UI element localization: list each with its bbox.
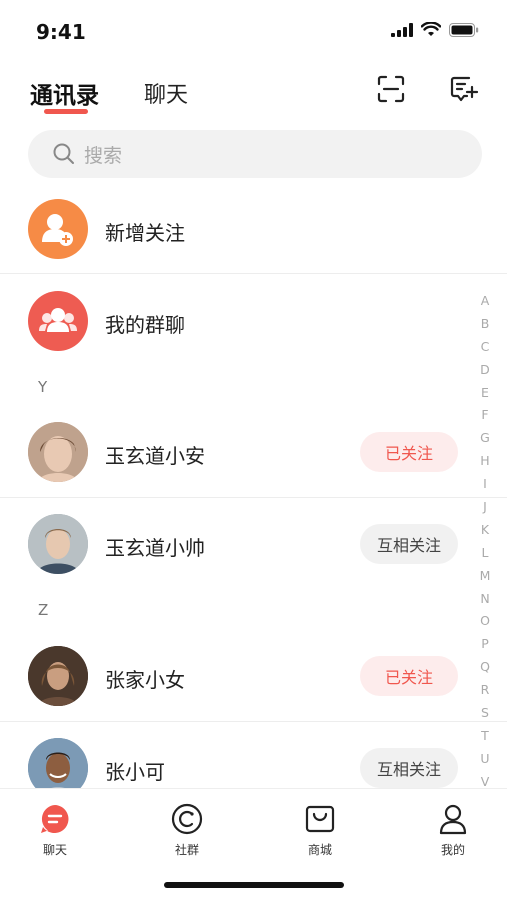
nav-chat-label: 聊天 xyxy=(42,843,67,857)
contact-row[interactable]: 玉玄道小安 已关注 xyxy=(0,412,470,492)
community-icon xyxy=(171,803,203,835)
index-letter[interactable]: E xyxy=(481,382,489,405)
index-letter[interactable]: I xyxy=(483,473,487,496)
search-bar[interactable]: 搜索 xyxy=(28,130,482,178)
index-letter[interactable]: H xyxy=(480,450,489,473)
index-letter[interactable]: P xyxy=(481,633,489,656)
index-letter[interactable]: D xyxy=(480,359,490,382)
profile-icon xyxy=(439,804,467,835)
signal-icon xyxy=(391,22,413,37)
avatar xyxy=(28,422,88,482)
wifi-icon xyxy=(421,22,441,36)
mutual-follow-button[interactable]: 互相关注 xyxy=(360,748,458,788)
scan-icon[interactable] xyxy=(376,74,406,104)
index-letter[interactable]: G xyxy=(480,427,490,450)
mutual-follow-button[interactable]: 互相关注 xyxy=(360,524,458,564)
nav-shop[interactable]: 商城 xyxy=(280,803,360,858)
index-letter[interactable]: Q xyxy=(480,656,490,679)
index-letter[interactable]: B xyxy=(481,313,490,336)
contact-name: 玉玄道小帅 xyxy=(105,536,205,560)
divider xyxy=(0,497,507,498)
index-letter[interactable]: L xyxy=(482,542,489,565)
avatar xyxy=(28,514,88,574)
index-letter[interactable]: R xyxy=(481,679,490,702)
contact-row[interactable]: 张家小女 已关注 xyxy=(0,636,470,716)
group-icon xyxy=(28,291,88,351)
index-letter[interactable]: C xyxy=(481,336,490,359)
tab-contacts[interactable]: 通讯录 xyxy=(30,76,99,110)
battery-icon xyxy=(449,22,479,37)
new-follow-label: 新增关注 xyxy=(105,221,185,245)
nav-profile[interactable]: 我的 xyxy=(413,803,493,858)
my-groups-row[interactable]: 我的群聊 xyxy=(0,281,470,361)
index-letter[interactable]: S xyxy=(481,702,489,725)
index-letter[interactable]: U xyxy=(480,748,489,771)
contact-name: 张小可 xyxy=(105,760,165,784)
index-letter[interactable]: J xyxy=(483,496,487,519)
add-user-icon xyxy=(28,199,88,259)
followed-button[interactable]: 已关注 xyxy=(360,656,458,696)
index-letter[interactable]: T xyxy=(481,725,489,748)
home-indicator xyxy=(164,882,344,888)
index-letter[interactable]: K xyxy=(481,519,489,542)
index-letter[interactable]: F xyxy=(481,404,488,427)
nav-community-label: 社群 xyxy=(174,843,199,857)
nav-profile-label: 我的 xyxy=(440,843,465,857)
nav-chat[interactable]: 聊天 xyxy=(15,803,95,858)
chat-icon xyxy=(41,805,69,833)
tab-chat[interactable]: 聊天 xyxy=(144,77,188,109)
new-follow-row[interactable]: 新增关注 xyxy=(0,189,470,269)
index-letter[interactable]: O xyxy=(480,610,490,633)
alphabet-index[interactable]: A B C D E F G H I J K L M N O P Q R S T … xyxy=(474,290,496,794)
followed-button[interactable]: 已关注 xyxy=(360,432,458,472)
nav-shop-label: 商城 xyxy=(307,843,332,857)
index-letter[interactable]: N xyxy=(480,588,489,611)
divider xyxy=(0,721,507,722)
compose-message-icon[interactable] xyxy=(449,74,479,104)
divider xyxy=(0,273,507,274)
status-time: 9:41 xyxy=(36,20,86,44)
avatar xyxy=(28,646,88,706)
tab-active-indicator xyxy=(44,109,88,114)
contact-name: 张家小女 xyxy=(105,668,185,692)
section-header-y: Y xyxy=(38,378,48,396)
search-icon xyxy=(53,143,74,164)
index-letter[interactable]: M xyxy=(480,565,491,588)
my-groups-label: 我的群聊 xyxy=(105,313,185,337)
nav-community[interactable]: 社群 xyxy=(147,803,227,858)
contact-row[interactable]: 玉玄道小帅 互相关注 xyxy=(0,504,470,584)
search-placeholder: 搜索 xyxy=(84,144,123,167)
status-icons xyxy=(391,22,479,37)
index-letter[interactable]: A xyxy=(481,290,490,313)
contact-name: 玉玄道小安 xyxy=(105,444,205,468)
section-header-z: Z xyxy=(38,601,49,619)
shop-icon xyxy=(305,805,335,833)
